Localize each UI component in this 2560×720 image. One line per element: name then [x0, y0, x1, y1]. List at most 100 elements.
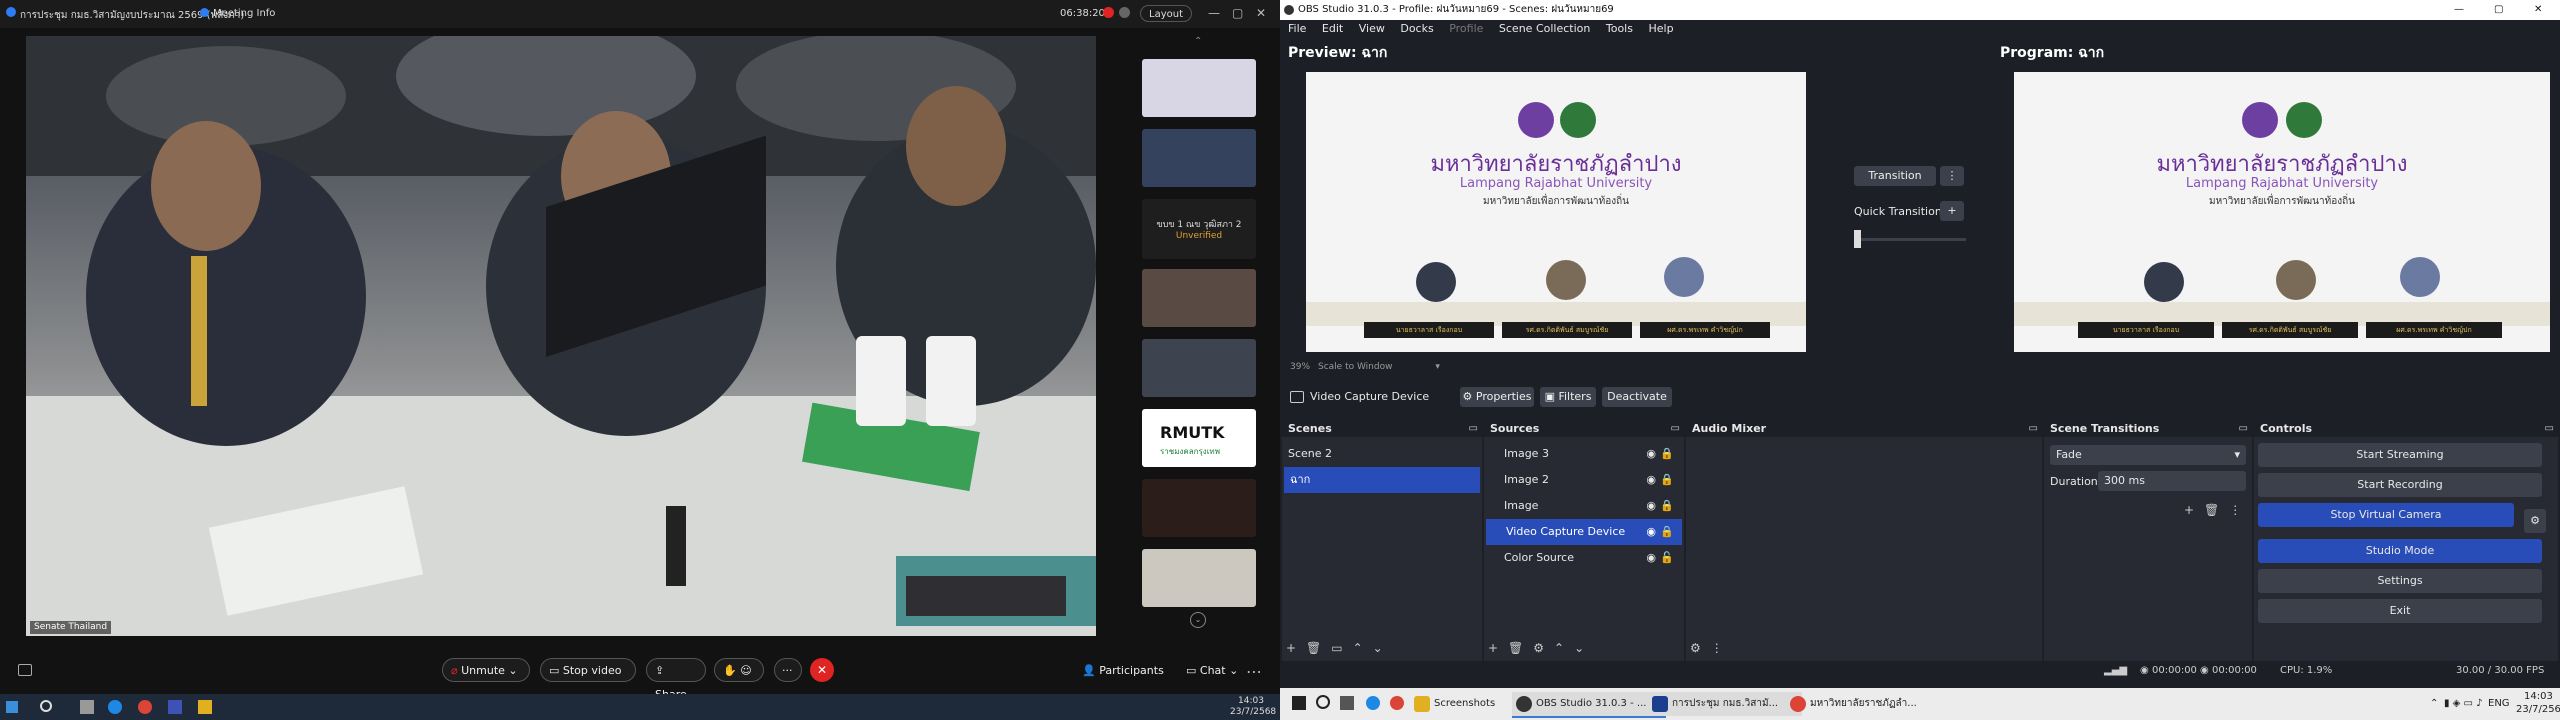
obs-status-bar: ▂▄▆ ◉ 00:00:00 ◉ 00:00:00 CPU: 1.9% 30.0… — [1280, 663, 2560, 679]
edge-icon[interactable] — [108, 700, 122, 714]
minimize-icon[interactable]: — — [1208, 6, 1220, 20]
chrome-icon[interactable] — [138, 700, 152, 714]
language-indicator[interactable]: ENG — [2488, 698, 2510, 709]
tray-icons[interactable]: ▮ ◈ ▭ ♪ — [2444, 698, 2483, 709]
sources-footer-toolbar[interactable]: +🗑⚙⌃⌄ — [1488, 641, 1594, 655]
transition-button[interactable]: Transition — [1854, 166, 1936, 186]
taskbar-item[interactable]: การประชุม กมธ.วิสามั... — [1648, 692, 1802, 716]
start-streaming-button[interactable]: Start Streaming — [2258, 443, 2542, 467]
source-item[interactable]: Color Source ◉ 🔓 — [1484, 545, 1684, 571]
scenes-footer-toolbar[interactable]: +🗑▭⌃⌄ — [1286, 641, 1393, 655]
menu-scene-collection[interactable]: Scene Collection — [1499, 22, 1590, 35]
participants-button[interactable]: 👤 Participants — [1082, 664, 1164, 677]
participant-thumb[interactable] — [1142, 59, 1256, 117]
close-icon[interactable]: ✕ — [2534, 0, 2542, 20]
add-quick-transition-button[interactable]: + — [1940, 201, 1964, 221]
taskbar-item[interactable]: มหาวิทยาลัยราชภัฏลำ... — [1786, 692, 1950, 716]
scroll-up-icon[interactable]: ⌃ — [1194, 36, 1202, 47]
eye-icon[interactable]: ◉ — [1646, 545, 1656, 571]
layout-button[interactable]: Layout — [1140, 5, 1192, 22]
participant-thumb[interactable] — [1142, 479, 1256, 537]
menu-profile[interactable]: Profile — [1449, 22, 1483, 35]
share-button[interactable]: ⇪ Share — [646, 658, 706, 701]
participant-thumb[interactable] — [1142, 339, 1256, 397]
chat-button[interactable]: ▭ Chat ⌄ — [1186, 664, 1238, 677]
start-recording-button[interactable]: Start Recording — [2258, 473, 2542, 497]
stop-virtual-camera-button[interactable]: Stop Virtual Camera — [2258, 503, 2514, 527]
properties-button[interactable]: ⚙ Properties — [1460, 387, 1534, 407]
scale-dropdown[interactable]: Scale to Window ▾ — [1318, 362, 1440, 372]
unmute-button[interactable]: ⌀ Unmute ⌄ — [442, 658, 530, 682]
tray-chevron-icon[interactable]: ⌃ — [2430, 698, 2438, 709]
lock-icon[interactable]: 🔒 — [1660, 493, 1674, 519]
stop-video-button[interactable]: ▭ Stop video ⌄ — [540, 658, 636, 701]
leave-meeting-button[interactable]: ✕ — [810, 658, 834, 682]
source-item[interactable]: Image 2 ◉ 🔒 — [1484, 467, 1684, 493]
start-icon[interactable] — [1292, 696, 1306, 710]
eye-icon[interactable]: ◉ — [1646, 519, 1656, 545]
scene-item[interactable]: Scene 2 — [1282, 441, 1482, 467]
menu-tools[interactable]: Tools — [1606, 22, 1633, 35]
deactivate-button[interactable]: Deactivate — [1602, 387, 1672, 407]
virtual-camera-settings-button[interactable]: ⚙ — [2524, 509, 2546, 533]
edge-icon[interactable] — [1366, 696, 1380, 710]
app-icon[interactable] — [168, 700, 182, 714]
minimize-icon[interactable]: — — [2454, 0, 2464, 20]
start-icon[interactable] — [6, 701, 18, 713]
captions-icon[interactable] — [18, 664, 32, 676]
preview-screen[interactable]: มหาวิทยาลัยราชภัฏลำปาง Lampang Rajabhat … — [1306, 72, 1806, 352]
participant-thumb-noncamera[interactable]: ขบข 1 ณข วุฒิสภา 2 Unverified — [1142, 199, 1256, 259]
transitions-toolbar[interactable]: +🗑⋮ — [2184, 503, 2251, 517]
settings-button[interactable]: Settings — [2258, 569, 2542, 593]
participant-thumb-rmutk[interactable]: RMUTK ราชมงคลกรุงเทพ — [1142, 409, 1256, 467]
audio-mixer-footer-toolbar[interactable]: ⚙⋮ — [1690, 641, 1733, 655]
source-item[interactable]: Image 3 ◉ 🔒 — [1484, 441, 1684, 467]
taskview-icon[interactable] — [80, 700, 94, 714]
scene-item-selected[interactable]: ฉาก — [1284, 467, 1480, 493]
menu-file[interactable]: File — [1288, 22, 1306, 35]
undock-icon[interactable]: ▭ — [2545, 421, 2554, 437]
eye-icon[interactable]: ◉ — [1646, 441, 1656, 467]
menu-docks[interactable]: Docks — [1400, 22, 1433, 35]
eye-icon[interactable]: ◉ — [1646, 493, 1656, 519]
folder-icon[interactable] — [198, 700, 212, 714]
source-item[interactable]: Image ◉ 🔒 — [1484, 493, 1684, 519]
meeting-info-link[interactable]: Meeting Info — [213, 8, 275, 19]
transition-slider[interactable] — [1854, 238, 1966, 241]
undock-icon[interactable]: ▭ — [2239, 421, 2248, 437]
undock-icon[interactable]: ▭ — [1469, 421, 1478, 437]
menu-view[interactable]: View — [1359, 22, 1385, 35]
menu-edit[interactable]: Edit — [1322, 22, 1343, 35]
eye-icon[interactable]: ◉ — [1646, 467, 1656, 493]
undock-icon[interactable]: ▭ — [1671, 421, 1680, 437]
lock-icon[interactable]: 🔒 — [1660, 519, 1674, 545]
duration-input[interactable]: 300 ms — [2098, 471, 2246, 491]
transition-type-select[interactable]: Fade ▾ — [2050, 445, 2246, 465]
maximize-icon[interactable]: ▢ — [1232, 6, 1243, 20]
menu-help[interactable]: Help — [1648, 22, 1673, 35]
filters-button[interactable]: ▣ Filters — [1540, 387, 1596, 407]
studio-mode-button[interactable]: Studio Mode — [2258, 539, 2542, 563]
more-icon[interactable]: ⋯ — [1246, 662, 1262, 681]
lock-icon[interactable]: 🔓 — [1660, 545, 1674, 571]
exit-button[interactable]: Exit — [2258, 599, 2542, 623]
chrome-icon[interactable] — [1390, 696, 1404, 710]
undock-icon[interactable]: ▭ — [2029, 421, 2038, 437]
participant-thumb[interactable] — [1142, 129, 1256, 187]
transition-slider-handle[interactable] — [1854, 230, 1861, 248]
reactions-button[interactable]: ✋ ☺ — [714, 658, 764, 682]
search-icon[interactable] — [40, 700, 52, 712]
search-icon[interactable] — [1316, 695, 1330, 709]
source-item-selected[interactable]: Video Capture Device ◉ 🔒 — [1486, 519, 1682, 545]
participant-thumb[interactable] — [1142, 269, 1256, 327]
scroll-down-icon[interactable]: ⌄ — [1190, 612, 1206, 628]
lock-icon[interactable]: 🔒 — [1660, 467, 1674, 493]
taskbar-item-active[interactable]: OBS Studio 31.0.3 - ... — [1512, 692, 1666, 718]
more-options-button[interactable]: ··· — [774, 658, 802, 682]
transition-menu-button[interactable]: ⋮ — [1940, 166, 1964, 186]
lock-icon[interactable]: 🔒 — [1660, 441, 1674, 467]
close-icon[interactable]: ✕ — [1256, 6, 1266, 20]
maximize-icon[interactable]: ▢ — [2494, 0, 2503, 20]
taskview-icon[interactable] — [1340, 696, 1354, 710]
participant-thumb[interactable] — [1142, 549, 1256, 607]
